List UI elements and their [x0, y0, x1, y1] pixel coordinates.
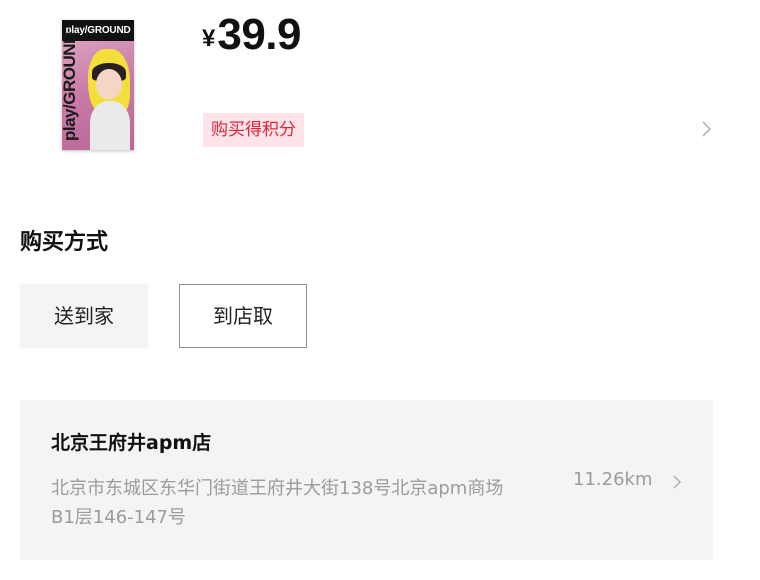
chevron-right-icon[interactable] [700, 118, 714, 140]
magazine-cover-art: play/GROUND [62, 32, 134, 150]
store-distance: 11.26km [573, 469, 653, 490]
points-badge[interactable]: 购买得积分 [203, 113, 304, 147]
product-thumbnail[interactable]: play/GROUND play/GROUND [62, 20, 134, 150]
page: play/GROUND play/GROUND ¥39.9 购买得积分 购买方式… [0, 0, 760, 580]
product-price: ¥39.9 [202, 10, 301, 60]
store-pickup-option-button[interactable]: 到店取 [179, 284, 307, 348]
store-name: 北京王府井apm店 [51, 432, 212, 454]
cover-figure-body [90, 101, 130, 150]
store-address: 北京市东城区东华门街道王府井大街138号北京apm商场B1层146-147号 [51, 478, 504, 528]
cover-figure-face [96, 69, 122, 99]
currency-symbol: ¥ [202, 25, 216, 52]
price-amount: 39.9 [217, 10, 301, 59]
store-card[interactable]: 北京王府井apm店 北京市东城区东华门街道王府井大街138号北京apm商场B1层… [20, 400, 713, 560]
magazine-spine-title: play/GROUND [62, 32, 79, 141]
purchase-method-title: 购买方式 [20, 230, 109, 255]
delivery-option-button[interactable]: 送到家 [20, 284, 148, 348]
chevron-right-icon[interactable] [671, 473, 683, 491]
